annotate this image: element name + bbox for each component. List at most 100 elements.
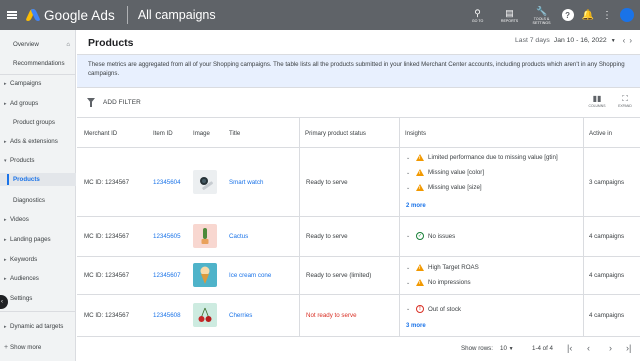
sidebar-divider [0,311,76,312]
dropdown-arrow-icon: ▼ [508,346,514,352]
active-in-cell: 4 campaigns [589,312,625,319]
item-id-link[interactable]: 12345608 [153,312,181,319]
sidebar-item-products[interactable]: Products [0,173,76,186]
product-title-link[interactable]: Smart watch [229,179,263,186]
chevron-down-icon: ⌄ [406,184,411,191]
sidebar-item-dynamic-ad-targets[interactable]: ▸ Dynamic ad targets [0,320,76,333]
merchant-id-cell: MC ID: 1234567 [84,312,130,319]
first-page-icon[interactable]: |‹ [567,343,572,353]
go-to-button[interactable]: ⚲ GO TO [462,8,494,23]
rows-per-page-select[interactable]: 10 ▼ [500,345,514,352]
google-ads-logo-icon [25,9,41,21]
sidebar-show-more[interactable]: + Show more [0,341,76,354]
menu-icon[interactable] [0,0,24,30]
collapse-nav-button[interactable]: ‹ [0,295,8,309]
expand-button[interactable]: ⛶ EXPAND [613,94,637,108]
help-icon[interactable]: ? [561,9,574,21]
sidebar-item-product-groups[interactable]: Product groups [0,116,76,129]
product-title-link[interactable]: Cherries [229,312,252,319]
sidebar-item-audiences[interactable]: ▸ Audiences [0,272,76,285]
sidebar-item-ad-groups[interactable]: ▸ Ad groups [0,97,76,110]
sidebar-item-landing-pages[interactable]: ▸ Landing pages [0,233,76,246]
insight-item[interactable]: ⌄ No impressions [406,279,471,286]
sidebar-item-ads-extensions[interactable]: ▸ Ads & extensions [0,135,76,148]
date-range-picker[interactable]: Last 7 days Jan 10 - 16, 2022 ▼ ‹ › [515,36,632,45]
notifications-icon[interactable]: 🔔 [582,10,594,21]
add-filter-button[interactable]: ADD FILTER [103,99,141,106]
merchant-id-cell: MC ID: 1234567 [84,179,130,186]
account-context-title[interactable]: All campaigns [138,8,216,22]
column-header-insights[interactable]: Insights [405,130,426,137]
insight-item[interactable]: ⌄ ! Out of stock [406,305,461,313]
product-title-link[interactable]: Cactus [229,233,248,240]
sidebar-item-recommendations[interactable]: Recommendations [0,57,76,70]
previous-period-icon[interactable]: ‹ [623,36,626,45]
column-header-title[interactable]: Title [229,130,240,137]
insight-item[interactable]: ⌄ ✓ No issues [406,232,455,240]
warning-icon [416,154,424,161]
chevron-left-icon: ‹ [1,299,3,305]
sidebar-item-label: Products [13,176,40,183]
table-header: Merchant ID Item ID Image Title Primary … [77,118,640,148]
smart-watch-image [193,170,217,194]
insight-item[interactable]: ⌄ Limited performance due to missing val… [406,154,558,161]
table-row[interactable]: MC ID: 1234567 12345605 Cactus Ready to … [77,217,640,257]
next-page-icon[interactable]: › [609,343,612,353]
more-insights-link[interactable]: 2 more [406,203,426,209]
reports-button[interactable]: ▤ REPORTS [494,8,526,23]
reports-icon: ▤ [505,7,514,18]
cactus-image [193,224,217,248]
sidebar-item-settings[interactable]: ▸Settings [0,292,76,305]
chevron-down-icon: ⌄ [406,306,411,312]
item-id-link[interactable]: 12345604 [153,179,181,186]
sidebar-item-label: Recommendations [13,60,65,67]
columns-button[interactable]: ▮▮ COLUMNS [585,94,609,108]
table-row[interactable]: MC ID: 1234567 12345607 Ice cream cone R… [77,257,640,295]
sidebar-item-products-group[interactable]: ▾ Products [0,154,76,167]
column-header-active-in[interactable]: Active in [589,130,612,137]
filter-icon[interactable] [87,98,95,107]
column-header-status[interactable]: Primary product status [305,130,366,137]
insight-item[interactable]: ⌄ High Target ROAS [406,264,479,271]
expand-label: EXPAND [618,104,632,108]
insight-item[interactable]: ⌄ Missing value [color] [406,169,484,176]
item-id-link[interactable]: 12345607 [153,272,181,279]
columns-label: COLUMNS [588,104,606,108]
table-row[interactable]: MC ID: 1234567 12345604 Smart watch Read… [77,148,640,217]
column-header-image[interactable]: Image [193,130,210,137]
sidebar-item-overview[interactable]: Overview ⌂ [0,38,76,51]
product-name: Google Ads [44,7,115,23]
item-id-link[interactable]: 12345605 [153,233,181,240]
chevron-down-icon: ⌄ [406,279,411,286]
filter-bar: ADD FILTER ▮▮ COLUMNS ⛶ EXPAND [77,89,640,118]
merchant-id-cell: MC ID: 1234567 [84,272,130,279]
previous-page-icon[interactable]: ‹ [587,343,590,353]
header-tools: ⚲ GO TO ▤ REPORTS 🔧 TOOLS & SETTINGS ? 🔔… [462,0,640,30]
main-content: Products Last 7 days Jan 10 - 16, 2022 ▼… [77,30,640,361]
go-to-label: GO TO [471,18,484,23]
column-header-merchant-id[interactable]: Merchant ID [84,130,117,137]
insight-item[interactable]: ⌄ Missing value [size] [406,184,482,191]
next-period-icon[interactable]: › [629,36,632,45]
sidebar-item-keywords[interactable]: ▸ Keywords [0,253,76,266]
date-range-value: Jan 10 - 16, 2022 [553,37,607,44]
sidebar-item-videos[interactable]: ▸ Videos [0,213,76,226]
warning-icon [416,184,424,191]
sidebar-item-diagnostics[interactable]: Diagnostics [0,194,76,207]
table-row[interactable]: MC ID: 1234567 12345608 Cherries Not rea… [77,295,640,337]
last-page-icon[interactable]: ›| [626,343,631,353]
product-title-link[interactable]: Ice cream cone [229,272,271,279]
sidebar-item-label: Product groups [13,119,55,126]
check-circle-icon: ✓ [416,232,424,240]
pagination-range: 1-4 of 4 [532,345,553,352]
column-header-item-id[interactable]: Item ID [153,130,173,137]
sidebar-item-campaigns[interactable]: ▸ Campaigns [0,77,76,90]
account-avatar[interactable] [620,8,634,22]
tools-settings-button[interactable]: 🔧 TOOLS & SETTINGS [526,6,558,25]
more-insights-link[interactable]: 3 more [406,323,426,329]
google-ads-logo[interactable]: Google Ads [25,7,115,23]
chevron-down-icon: ⌄ [406,264,411,271]
rows-per-page-value: 10 [500,345,507,352]
more-options-icon[interactable]: ⋮ [602,10,612,21]
warning-icon [416,169,424,176]
